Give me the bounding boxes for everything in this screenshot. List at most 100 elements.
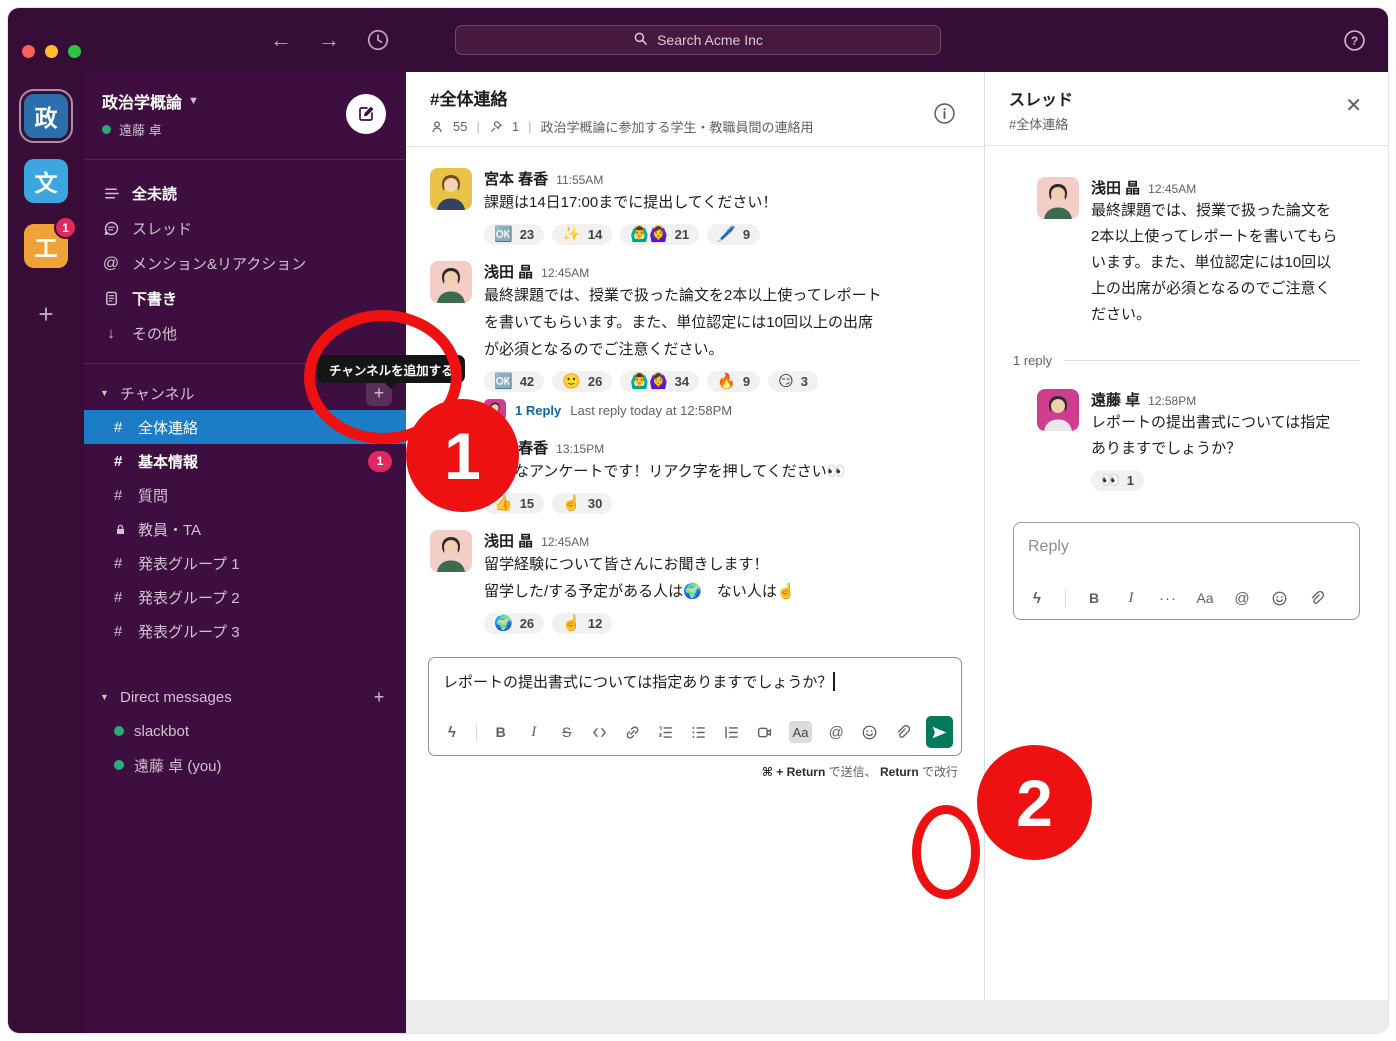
message-author: 浅田 晶 bbox=[484, 530, 533, 551]
blockquote-icon[interactable] bbox=[723, 721, 741, 743]
channel-item-3[interactable]: #質問 bbox=[84, 478, 406, 512]
channel-item-6[interactable]: #発表グループ 2 bbox=[84, 580, 406, 614]
sidebar-item-3[interactable]: @メンション&リアクション bbox=[84, 246, 406, 281]
link-icon[interactable] bbox=[624, 721, 642, 743]
member-count[interactable]: 55 bbox=[453, 119, 467, 134]
paperclip-icon[interactable] bbox=[893, 721, 911, 743]
channel-item-2[interactable]: #基本情報1 bbox=[84, 444, 406, 478]
history-back-button[interactable]: ← bbox=[270, 29, 292, 51]
history-clock-icon[interactable] bbox=[366, 28, 390, 52]
message-body: 宮本 春香13:15PM簡単なアンケートです！リアク字を押してください👀👍15☝… bbox=[484, 437, 845, 514]
ordered-list-icon[interactable] bbox=[657, 721, 675, 743]
reaction-pill[interactable]: 🆗42 bbox=[484, 371, 544, 392]
reaction-pill[interactable]: ☝️30 bbox=[552, 493, 612, 514]
strikethrough-icon[interactable]: S bbox=[558, 721, 576, 743]
add-workspace-button[interactable]: + bbox=[38, 299, 53, 330]
channels-section-header[interactable]: ▼ チャンネル + bbox=[84, 376, 406, 410]
compose-icon bbox=[356, 104, 376, 124]
thread-reply-composer[interactable]: Reply ϟ BI ··· Aa @ bbox=[1013, 522, 1360, 620]
workspace-icon-2[interactable]: 文 bbox=[24, 159, 68, 203]
reaction-count: 15 bbox=[520, 496, 534, 511]
bold-icon[interactable]: B bbox=[492, 721, 510, 743]
composer-hint-part: で改行 bbox=[919, 765, 958, 779]
emoji-icon[interactable] bbox=[860, 721, 878, 743]
reaction-pill[interactable]: 🖊️9 bbox=[707, 224, 760, 245]
bold-icon[interactable]: B bbox=[1085, 587, 1103, 609]
thread-summary[interactable]: 1 ReplyLast reply today at 12:58PM bbox=[484, 399, 882, 421]
history-forward-button[interactable]: → bbox=[318, 29, 340, 51]
italic-icon[interactable]: I bbox=[525, 721, 543, 743]
reaction-count: 26 bbox=[588, 374, 602, 389]
window-bottom-strip bbox=[406, 1000, 1388, 1033]
mention-icon[interactable]: @ bbox=[1233, 587, 1251, 609]
message-timestamp: 11:55AM bbox=[556, 173, 603, 187]
channel-view: #全体連絡 55 | 1 | 政治学概論に参加する学生・教職員間の連絡用 bbox=[406, 72, 984, 1033]
close-icon[interactable]: ✕ bbox=[1345, 96, 1362, 116]
thread-title: スレッド bbox=[1009, 86, 1364, 110]
sidebar-item-label: スレッド bbox=[132, 218, 192, 239]
thread-replies-row: 1 reply bbox=[1013, 353, 1360, 368]
code-icon[interactable] bbox=[591, 721, 609, 743]
emoji-icon[interactable] bbox=[1270, 587, 1288, 609]
new-message-button[interactable] bbox=[346, 94, 386, 134]
reaction-pill[interactable]: ☝️12 bbox=[552, 613, 612, 634]
thread-reply-link[interactable]: 1 Reply bbox=[515, 403, 561, 418]
add-dm-button[interactable]: + bbox=[366, 684, 392, 710]
italic-icon[interactable]: I bbox=[1122, 587, 1140, 609]
bullet-list-icon[interactable] bbox=[690, 721, 708, 743]
help-icon[interactable]: ? bbox=[1343, 29, 1366, 52]
reaction-pill[interactable]: 🙆‍♂️🙆‍♀️21 bbox=[620, 224, 699, 245]
reaction-pill[interactable]: 👀1 bbox=[1091, 470, 1144, 491]
thread-reply-input[interactable]: Reply bbox=[1014, 523, 1359, 579]
channel-item-5[interactable]: #発表グループ 1 bbox=[84, 546, 406, 580]
workspace-icon-1[interactable]: 政 bbox=[24, 94, 68, 138]
composer-input[interactable]: レポートの提出書式については指定ありますでしょうか？ bbox=[429, 658, 961, 709]
mention-icon[interactable]: @ bbox=[827, 721, 845, 743]
sidebar-item-1[interactable]: 全未読 bbox=[84, 176, 406, 211]
zoom-window-button[interactable] bbox=[68, 45, 81, 58]
reaction-pill[interactable]: 🙆‍♂️🙆‍♀️34 bbox=[620, 371, 699, 392]
svg-text:?: ? bbox=[1351, 34, 1358, 48]
reaction-pill[interactable]: 🌍26 bbox=[484, 613, 544, 634]
reaction-count: 26 bbox=[520, 616, 534, 631]
send-button[interactable] bbox=[926, 716, 953, 748]
reaction-pill[interactable]: 😏3 bbox=[768, 371, 818, 392]
search-input[interactable]: Search Acme Inc bbox=[455, 25, 941, 55]
reaction-emoji: ✨ bbox=[562, 227, 581, 242]
lightning-icon[interactable]: ϟ bbox=[443, 721, 461, 743]
channel-info-icon[interactable] bbox=[933, 102, 956, 125]
more-dots-icon[interactable]: ··· bbox=[1159, 587, 1177, 609]
reaction-pill[interactable]: 🔥9 bbox=[707, 371, 760, 392]
paperclip-icon[interactable] bbox=[1307, 587, 1325, 609]
workspace-icon-3[interactable]: 工1 bbox=[24, 224, 68, 268]
reaction-pill[interactable]: ✨14 bbox=[552, 224, 612, 245]
channel-item-4[interactable]: 教員・TA bbox=[84, 512, 406, 546]
channel-item-7[interactable]: #発表グループ 3 bbox=[84, 614, 406, 648]
sidebar-item-2[interactable]: スレッド bbox=[84, 211, 406, 246]
sidebar-item-4[interactable]: 下書き bbox=[84, 281, 406, 316]
message-author: 浅田 晶 bbox=[484, 261, 533, 282]
format-aa-icon[interactable]: Aa bbox=[789, 721, 813, 743]
lightning-icon[interactable]: ϟ bbox=[1028, 587, 1046, 609]
minimize-window-button[interactable] bbox=[45, 45, 58, 58]
dm-item-2[interactable]: 遠藤 卓 (you) bbox=[84, 748, 406, 782]
reaction-pill[interactable]: 👍15 bbox=[484, 493, 544, 514]
channel-item-1[interactable]: #全体連絡 bbox=[84, 410, 406, 444]
workspace-header[interactable]: 政治学概論 ▼ 遠藤 卓 bbox=[84, 72, 406, 160]
channel-title[interactable]: #全体連絡 bbox=[430, 85, 960, 110]
reaction-emoji: 😏 bbox=[778, 374, 794, 389]
sidebar-item-5[interactable]: ↓その他 bbox=[84, 316, 406, 351]
reaction-pill[interactable]: 🆗23 bbox=[484, 224, 544, 245]
close-window-button[interactable] bbox=[22, 45, 35, 58]
channel-topic[interactable]: 政治学概論に参加する学生・教職員間の連絡用 bbox=[540, 117, 813, 136]
dm-section-header[interactable]: ▼ Direct messages + bbox=[84, 680, 406, 714]
format-aa-icon[interactable]: Aa bbox=[1196, 587, 1214, 609]
dm-item-1[interactable]: slackbot bbox=[84, 714, 406, 748]
clip-icon[interactable] bbox=[756, 721, 774, 743]
pin-count[interactable]: 1 bbox=[512, 119, 519, 134]
unread-badge: 1 bbox=[54, 216, 77, 239]
reaction-pill[interactable]: 🙂26 bbox=[552, 371, 612, 392]
message-composer[interactable]: レポートの提出書式については指定ありますでしょうか？ ϟ BIS Aa @ bbox=[428, 657, 962, 756]
add-channel-button[interactable]: + bbox=[366, 380, 392, 406]
reaction-emoji: 🆗 bbox=[494, 374, 513, 389]
